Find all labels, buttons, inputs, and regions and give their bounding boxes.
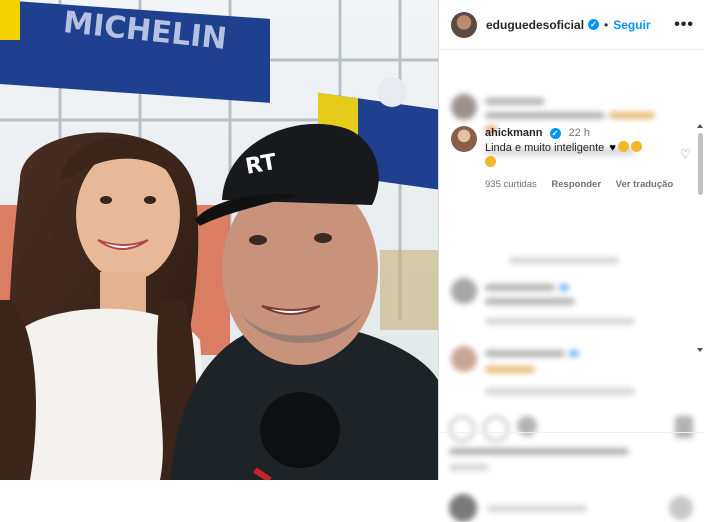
commenter-avatar xyxy=(451,278,477,304)
clapping-hands-emoji-icon xyxy=(617,141,629,152)
commenter-username[interactable]: ahickmann xyxy=(485,127,542,139)
blurred-text xyxy=(509,257,619,264)
post-photo-image: MICHELIN RT xyxy=(0,0,438,480)
post-header: eduguedesoficial ✓ • Seguir ••• xyxy=(439,0,704,50)
blurred-text xyxy=(485,350,565,357)
blurred-badge xyxy=(559,284,569,291)
blurred-text xyxy=(485,284,555,291)
blurred-text xyxy=(485,98,545,105)
separator-dot: • xyxy=(604,17,609,32)
more-options-icon[interactable]: ••• xyxy=(674,16,694,34)
comment-meta: 935 curtidas Responder Ver tradução xyxy=(485,179,685,190)
follow-button[interactable]: Seguir xyxy=(613,18,650,32)
share-icon xyxy=(517,416,537,436)
comment-icon xyxy=(483,416,509,442)
blurred-text xyxy=(449,448,629,455)
blurred-meta xyxy=(485,318,635,325)
verified-badge-icon: ✓ xyxy=(588,19,600,30)
save-icon xyxy=(675,416,693,438)
comment-body: Linda e muito inteligente xyxy=(485,142,605,154)
like-icon xyxy=(449,416,475,442)
author-avatar[interactable] xyxy=(451,11,477,38)
reply-button[interactable]: Responder xyxy=(551,179,601,190)
comments-scrollbar[interactable] xyxy=(698,133,703,195)
comments-panel: eduguedesoficial ✓ • Seguir ••• ahickman… xyxy=(438,0,704,522)
emoji-picker-icon xyxy=(449,494,477,522)
blurred-emoji xyxy=(485,366,535,373)
scroll-down-arrow-icon[interactable] xyxy=(697,348,703,352)
comment-likes[interactable]: 935 curtidas xyxy=(485,179,537,190)
blurred-text xyxy=(449,464,489,471)
add-comment-divider xyxy=(439,432,704,433)
commenter-avatar xyxy=(451,346,477,372)
blurred-emoji xyxy=(609,112,655,119)
comment-text: Linda e muito inteligente ♥ xyxy=(485,141,675,171)
clapping-hands-emoji-icon xyxy=(485,156,496,167)
author-username[interactable]: eduguedesoficial xyxy=(486,18,584,32)
blurred-text xyxy=(487,505,587,512)
scroll-up-arrow-icon[interactable] xyxy=(697,124,703,128)
black-heart-emoji-icon: ♥ xyxy=(609,142,616,154)
commenter-avatar[interactable] xyxy=(451,126,477,152)
like-comment-heart-icon[interactable]: ♡ xyxy=(680,148,692,160)
blurred-badge xyxy=(569,350,579,357)
comment-time[interactable]: 22 h xyxy=(569,127,590,139)
verified-badge-icon: ✓ xyxy=(549,128,561,139)
post-photo[interactable]: MICHELIN RT xyxy=(0,0,438,480)
blurred-meta xyxy=(485,388,635,395)
post-button xyxy=(669,496,693,520)
svg-text:RT: RT xyxy=(244,150,279,180)
blurred-text xyxy=(485,112,605,119)
blurred-text xyxy=(485,298,575,305)
commenter-avatar xyxy=(451,94,477,120)
translate-button[interactable]: Ver tradução xyxy=(616,179,674,190)
clapping-hands-emoji-icon xyxy=(630,141,642,152)
